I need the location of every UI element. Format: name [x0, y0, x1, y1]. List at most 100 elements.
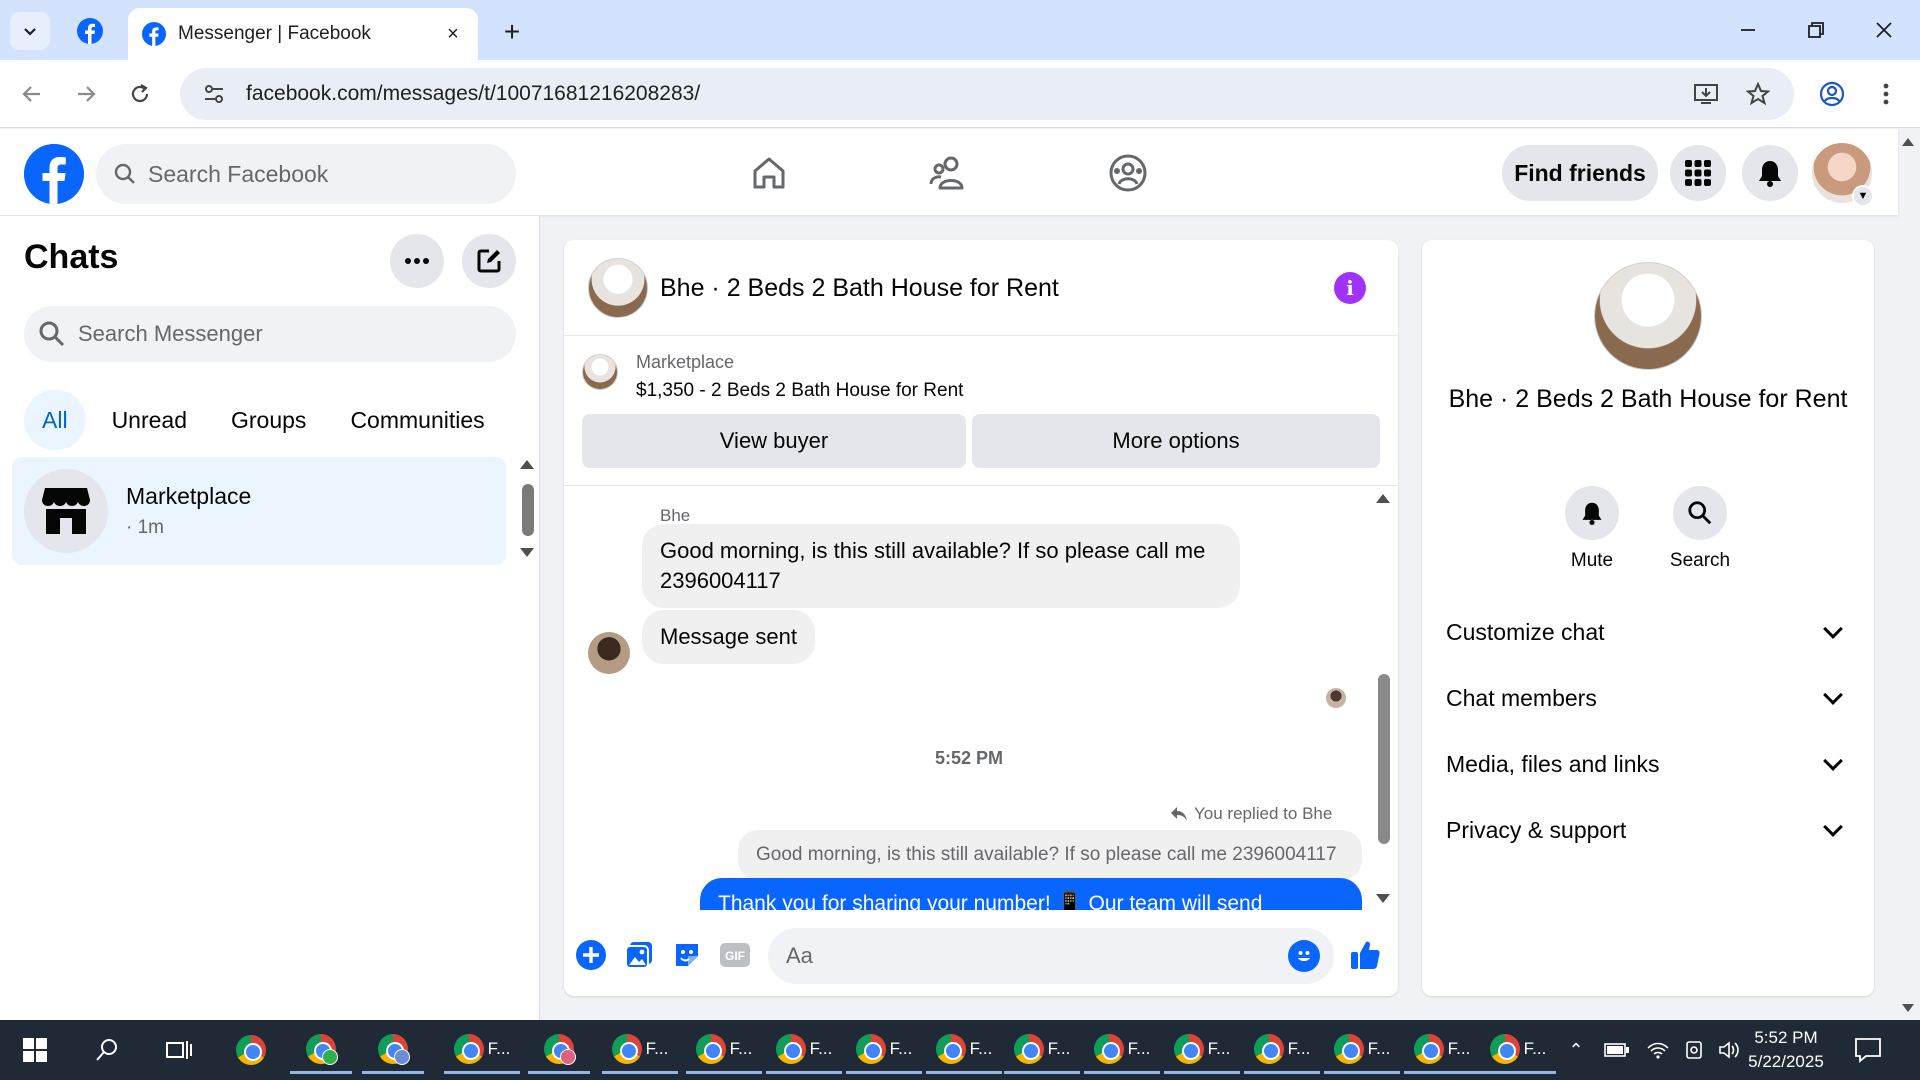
facebook-logo-icon[interactable]	[24, 144, 84, 204]
forward-button[interactable]	[66, 74, 106, 114]
filter-all[interactable]: All	[24, 390, 86, 450]
facebook-search-input[interactable]: Search Facebook	[96, 144, 516, 204]
emoji-icon[interactable]	[1288, 940, 1320, 972]
battery-icon[interactable]	[1604, 1042, 1630, 1058]
system-clock[interactable]: 5:52 PM 5/22/2025	[1736, 1026, 1836, 1074]
search-action[interactable]: Search	[1650, 486, 1750, 572]
sticker-icon[interactable]	[670, 938, 704, 972]
customize-chat-section[interactable]: Customize chat	[1446, 604, 1850, 660]
home-nav-icon[interactable]	[745, 149, 793, 197]
listing-title[interactable]: $1,350 - 2 Beds 2 Bath House for Rent	[636, 380, 963, 402]
thread-scroll-down-icon[interactable]	[1376, 894, 1390, 903]
start-button[interactable]	[4, 1026, 66, 1074]
taskbar-window[interactable]: F...	[846, 1026, 922, 1074]
outgoing-message[interactable]: Thank you for sharing your number! 📱 Our…	[700, 878, 1362, 910]
pinned-facebook-tab[interactable]	[72, 14, 108, 48]
site-info-icon[interactable]	[200, 80, 228, 108]
taskbar-window[interactable]: F...	[1244, 1026, 1320, 1074]
filter-groups[interactable]: Groups	[213, 390, 324, 450]
taskbar-chrome-profile[interactable]	[528, 1026, 590, 1074]
friends-nav-icon[interactable]	[924, 149, 972, 197]
mute-action[interactable]: Mute	[1542, 486, 1642, 572]
browser-menu-icon[interactable]	[1866, 74, 1906, 114]
tab-search-button[interactable]	[10, 12, 50, 50]
sidebar-scroll-up-icon[interactable]	[520, 460, 534, 469]
info-icon[interactable]: i	[1334, 272, 1366, 304]
taskbar-window[interactable]: F...	[602, 1026, 678, 1074]
taskbar-window[interactable]: F...	[766, 1026, 842, 1074]
taskbar-window[interactable]: F...	[1164, 1026, 1240, 1074]
new-tab-button[interactable]: +	[494, 14, 530, 50]
facebook-favicon-icon	[142, 22, 166, 46]
messenger-search-input[interactable]: Search Messenger	[24, 306, 516, 362]
taskbar-window[interactable]: F...	[1404, 1026, 1480, 1074]
close-tab-icon[interactable]: ×	[442, 23, 464, 45]
back-button[interactable]	[12, 74, 52, 114]
notification-center-button[interactable]	[1854, 1020, 1882, 1080]
sidebar-scrollbar[interactable]	[522, 484, 534, 536]
active-tab[interactable]: Messenger | Facebook ×	[128, 8, 478, 60]
notifications-button[interactable]	[1742, 145, 1798, 201]
wifi-icon[interactable]	[1646, 1040, 1670, 1060]
thread-scroll-up-icon[interactable]	[1376, 494, 1390, 503]
chat-info-avatar[interactable]	[1594, 262, 1702, 370]
message-input[interactable]: Aa	[768, 928, 1334, 984]
arrow-left-icon	[22, 86, 40, 102]
view-buyer-button[interactable]: View buyer	[582, 414, 966, 468]
device-icon[interactable]	[1684, 1040, 1704, 1060]
taskbar-chrome[interactable]	[220, 1026, 282, 1074]
taskbar-window[interactable]: F...	[444, 1026, 520, 1074]
restore-button[interactable]	[1788, 8, 1844, 52]
attach-photo-icon[interactable]	[622, 938, 656, 972]
chat-info-title: Bhe · 2 Beds 2 Bath House for Rent	[1448, 385, 1848, 413]
filter-unread[interactable]: Unread	[94, 390, 205, 450]
more-actions-plus-icon[interactable]	[574, 938, 608, 972]
incoming-message[interactable]: Good morning, is this still available? I…	[642, 524, 1240, 608]
more-options-button[interactable]: More options	[972, 414, 1380, 468]
taskbar-window[interactable]: F...	[686, 1026, 762, 1074]
find-friends-button[interactable]: Find friends	[1502, 145, 1658, 201]
chat-members-section[interactable]: Chat members	[1446, 670, 1850, 726]
address-bar[interactable]: facebook.com/messages/t/1007168121620828…	[180, 68, 1794, 120]
menu-grid-button[interactable]	[1670, 145, 1726, 201]
taskbar-window[interactable]: F...	[926, 1026, 1002, 1074]
tray-expand-icon[interactable]: ⌃	[1562, 1040, 1590, 1061]
privacy-support-section[interactable]: Privacy & support	[1446, 802, 1850, 858]
taskbar-chrome-profile[interactable]	[362, 1026, 424, 1074]
thread-scrollbar[interactable]	[1378, 674, 1390, 844]
conversation-avatar[interactable]	[588, 258, 648, 318]
taskbar-window[interactable]: F...	[1480, 1026, 1556, 1074]
sidebar-scroll-down-icon[interactable]	[520, 548, 534, 557]
taskbar-chrome-profile[interactable]	[290, 1026, 352, 1074]
reload-button[interactable]	[120, 74, 160, 114]
conversation-title[interactable]: Bhe · 2 Beds 2 Bath House for Rent	[660, 274, 1059, 303]
taskbar-window[interactable]: F...	[1004, 1026, 1080, 1074]
taskbar-window[interactable]: F...	[1084, 1026, 1160, 1074]
task-view-button[interactable]	[148, 1026, 210, 1074]
page-scroll-down-icon[interactable]	[1902, 1004, 1914, 1012]
page-scroll-up-icon[interactable]	[1902, 138, 1914, 146]
media-files-links-section[interactable]: Media, files and links	[1446, 736, 1850, 792]
account-chevron-icon[interactable]: ▼	[1852, 185, 1874, 207]
thumbs-up-icon[interactable]	[1348, 938, 1382, 972]
gif-icon[interactable]: GIF	[718, 938, 752, 972]
taskbar-search-button[interactable]	[76, 1026, 138, 1074]
taskbar-window[interactable]: F...	[1324, 1026, 1400, 1074]
minimize-button[interactable]	[1720, 8, 1776, 52]
incoming-message[interactable]: Message sent	[642, 610, 815, 664]
filter-communities[interactable]: Communities	[332, 390, 502, 450]
chevron-down-icon	[1823, 817, 1843, 837]
profile-account-icon[interactable]	[1812, 74, 1852, 114]
sender-avatar[interactable]	[588, 632, 630, 674]
chat-options-button[interactable]	[390, 234, 444, 288]
chrome-icon	[611, 1033, 642, 1064]
chat-list-item[interactable]: Marketplace · 1m	[12, 457, 506, 565]
groups-nav-icon[interactable]	[1104, 149, 1152, 197]
close-window-button[interactable]	[1856, 8, 1912, 52]
new-message-button[interactable]	[462, 234, 516, 288]
bookmark-star-icon[interactable]	[1742, 78, 1774, 110]
minimize-icon	[1741, 29, 1755, 31]
facebook-favicon-icon	[77, 18, 103, 44]
install-app-icon[interactable]	[1690, 78, 1722, 110]
quoted-message[interactable]: Good morning, is this still available? I…	[738, 830, 1362, 880]
